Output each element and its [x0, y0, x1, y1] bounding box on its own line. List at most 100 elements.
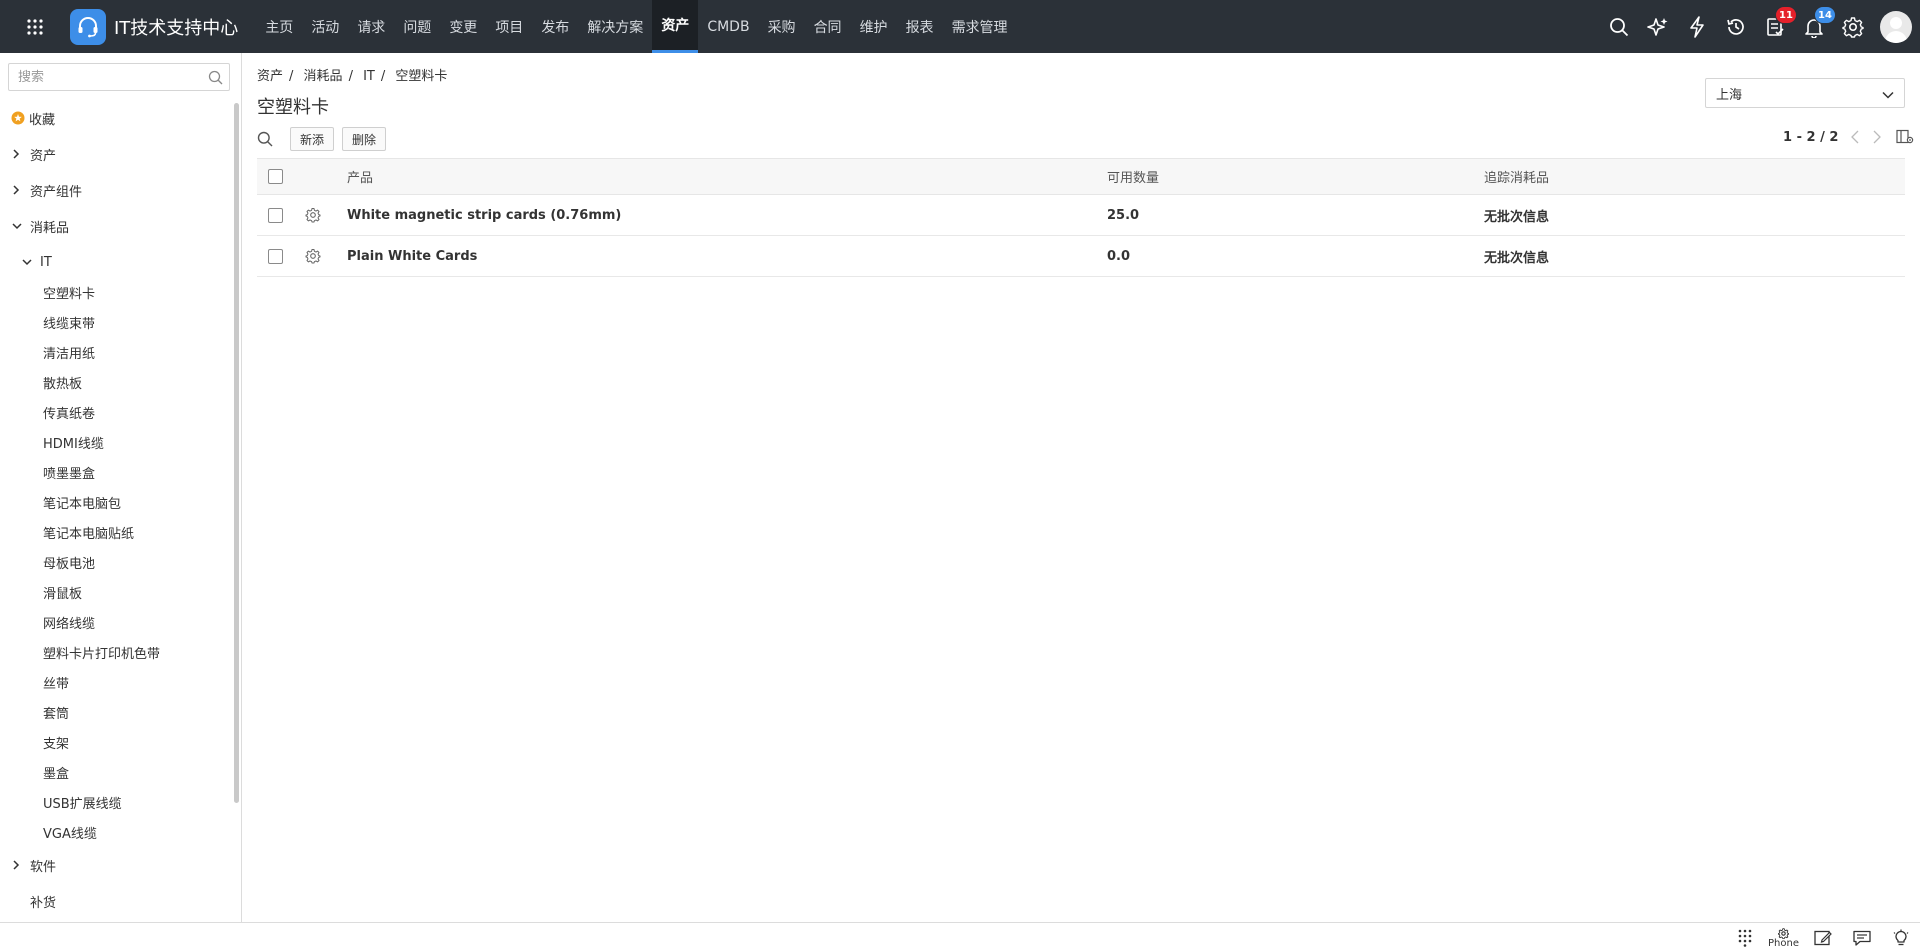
page-title: 空塑料卡	[257, 97, 329, 118]
sidebar-item-favorites[interactable]: 收藏	[0, 103, 234, 133]
column-header-available-quantity[interactable]: 可用数量	[1107, 159, 1159, 194]
sidebar-item-bracket[interactable]: 支架	[0, 727, 234, 757]
chevron-right-icon[interactable]	[12, 149, 30, 159]
row-checkbox[interactable]	[268, 248, 283, 264]
sidebar-item-hdmi-cable[interactable]: HDMI线缆	[0, 427, 234, 457]
lightbulb-icon[interactable]	[1881, 923, 1920, 952]
sidebar-scrollbar[interactable]	[234, 103, 239, 803]
sidebar-item-fax-paper[interactable]: 传真纸卷	[0, 397, 234, 427]
user-avatar[interactable]	[1880, 10, 1912, 43]
select-all-checkbox-cell	[268, 159, 283, 194]
row-settings-gear-icon[interactable]	[305, 195, 321, 235]
location-select[interactable]: 上海	[1705, 78, 1905, 108]
sidebar-item-heat-sink[interactable]: 散热板	[0, 367, 234, 397]
sidebar-item-consumables[interactable]: 消耗品	[0, 211, 234, 241]
nav-requests[interactable]: 请求	[348, 0, 394, 53]
tasks-icon[interactable]: 11	[1755, 0, 1797, 53]
sidebar: 收藏 资产 资产组件 消耗品 IT 空塑料卡 线缆束带 清洁用纸 散热板 传真纸…	[0, 53, 242, 922]
row-product-link[interactable]: White magnetic strip cards (0.76mm)	[347, 195, 621, 235]
row-checkbox-cell	[268, 236, 283, 276]
sidebar-item-replenish[interactable]: 补货	[0, 886, 234, 916]
consumables-table: 产品 可用数量 追踪消耗品 White magnetic strip cards…	[257, 158, 1905, 277]
delete-button[interactable]: 删除	[342, 127, 387, 151]
chevron-right-icon[interactable]	[12, 860, 30, 870]
row-product-link[interactable]: Plain White Cards	[347, 236, 477, 276]
chat-icon[interactable]	[1842, 923, 1881, 952]
select-all-checkbox[interactable]	[268, 169, 283, 184]
row-track-consumables[interactable]: 无批次信息	[1484, 195, 1549, 235]
nav-assets[interactable]: 资产	[652, 0, 699, 53]
table-row[interactable]: White magnetic strip cards (0.76mm) 25.0…	[257, 195, 1905, 236]
nav-changes[interactable]: 变更	[440, 0, 486, 53]
nav-activities[interactable]: 活动	[302, 0, 348, 53]
nav-demand-management[interactable]: 需求管理	[943, 0, 1017, 53]
gear-icon[interactable]	[1833, 0, 1872, 53]
sidebar-item-cleaning-paper[interactable]: 清洁用纸	[0, 337, 234, 367]
column-header-product[interactable]: 产品	[347, 159, 373, 194]
search-icon[interactable]	[1599, 0, 1638, 53]
sidebar-item-motherboard-battery[interactable]: 母板电池	[0, 547, 234, 577]
chevron-right-icon[interactable]	[1866, 130, 1888, 144]
search-icon[interactable]	[208, 70, 223, 89]
app-brand-title[interactable]: IT技术支持中心	[114, 14, 238, 40]
column-settings-icon[interactable]	[1894, 129, 1916, 145]
sidebar-item-laptop-bag[interactable]: 笔记本电脑包	[0, 487, 234, 517]
nav-releases[interactable]: 发布	[532, 0, 578, 53]
sidebar-item-blank-plastic-card[interactable]: 空塑料卡	[0, 277, 234, 307]
chevron-down-icon[interactable]	[12, 222, 30, 230]
nav-cmdb[interactable]: CMDB	[698, 0, 758, 53]
sidebar-item-label: 消耗品	[30, 220, 70, 236]
sidebar-item-laptop-sticker[interactable]: 笔记本电脑贴纸	[0, 517, 234, 547]
sidebar-item-ribbon[interactable]: 丝带	[0, 667, 234, 697]
sidebar-item-sleeve[interactable]: 套筒	[0, 697, 234, 727]
phone-settings-button[interactable]: Phone	[1764, 923, 1803, 952]
sidebar-item-network-cable[interactable]: 网络线缆	[0, 607, 234, 637]
nav-solutions[interactable]: 解决方案	[578, 0, 652, 53]
sidebar-item-cable-ties[interactable]: 线缆束带	[0, 307, 234, 337]
nav-maintenance[interactable]: 维护	[851, 0, 897, 53]
nav-contracts[interactable]: 合同	[805, 0, 851, 53]
phone-label: Phone	[1768, 937, 1799, 949]
sidebar-item-assets[interactable]: 资产	[0, 139, 234, 169]
nav-home[interactable]: 主页	[256, 0, 302, 53]
breadcrumb-assets[interactable]: 资产	[257, 69, 283, 84]
ai-sparkle-icon[interactable]	[1638, 0, 1677, 53]
chevron-left-icon[interactable]	[1844, 130, 1866, 144]
sidebar-item-usb-extension-cable[interactable]: USB扩展线缆	[0, 787, 234, 817]
history-icon[interactable]	[1716, 0, 1755, 53]
row-available-quantity: 0.0	[1107, 248, 1131, 264]
nav-reports[interactable]: 报表	[897, 0, 943, 53]
sidebar-item-it[interactable]: IT	[0, 247, 234, 277]
breadcrumb-it[interactable]: IT	[363, 69, 375, 84]
edit-note-icon[interactable]	[1803, 923, 1842, 952]
nav-problems[interactable]: 问题	[394, 0, 440, 53]
pagination: 1 - 2 / 2	[1783, 129, 1916, 145]
sidebar-item-software[interactable]: 软件	[0, 850, 234, 880]
app-menu-grid-icon[interactable]	[0, 0, 70, 53]
bell-icon[interactable]: 14	[1794, 0, 1836, 53]
search-icon[interactable]	[257, 131, 273, 147]
dialpad-icon[interactable]	[1725, 923, 1764, 952]
table-row[interactable]: Plain White Cards 0.0 无批次信息	[257, 236, 1905, 277]
row-settings-gear-icon[interactable]	[305, 236, 321, 276]
sidebar-item-vga-cable[interactable]: VGA线缆	[0, 817, 234, 847]
headset-logo-icon[interactable]	[70, 8, 106, 45]
row-checkbox[interactable]	[268, 207, 283, 223]
chevron-right-icon[interactable]	[12, 185, 30, 195]
breadcrumb-consumables[interactable]: 消耗品	[304, 69, 343, 84]
nav-projects[interactable]: 项目	[486, 0, 532, 53]
sidebar-tree: 收藏 资产 资产组件 消耗品 IT 空塑料卡 线缆束带 清洁用纸 散热板 传真纸…	[0, 103, 234, 916]
lightning-icon[interactable]	[1677, 0, 1716, 53]
sidebar-item-toner-cartridge[interactable]: 墨盒	[0, 757, 234, 787]
row-track-consumables[interactable]: 无批次信息	[1484, 236, 1549, 276]
add-button[interactable]: 新添	[290, 127, 335, 151]
sidebar-item-card-printer-ribbon[interactable]: 塑料卡片打印机色带	[0, 637, 234, 667]
main-nav: 主页 活动 请求 问题 变更 项目 发布 解决方案 资产 CMDB 采购 合同 …	[256, 0, 1016, 53]
nav-purchase[interactable]: 采购	[759, 0, 805, 53]
sidebar-search-input[interactable]	[9, 65, 199, 89]
column-header-track-consumables[interactable]: 追踪消耗品	[1484, 159, 1549, 194]
chevron-down-icon[interactable]	[22, 258, 40, 266]
sidebar-item-ink-cartridge[interactable]: 喷墨墨盒	[0, 457, 234, 487]
sidebar-item-mouse-pad[interactable]: 滑鼠板	[0, 577, 234, 607]
sidebar-item-asset-components[interactable]: 资产组件	[0, 175, 234, 205]
